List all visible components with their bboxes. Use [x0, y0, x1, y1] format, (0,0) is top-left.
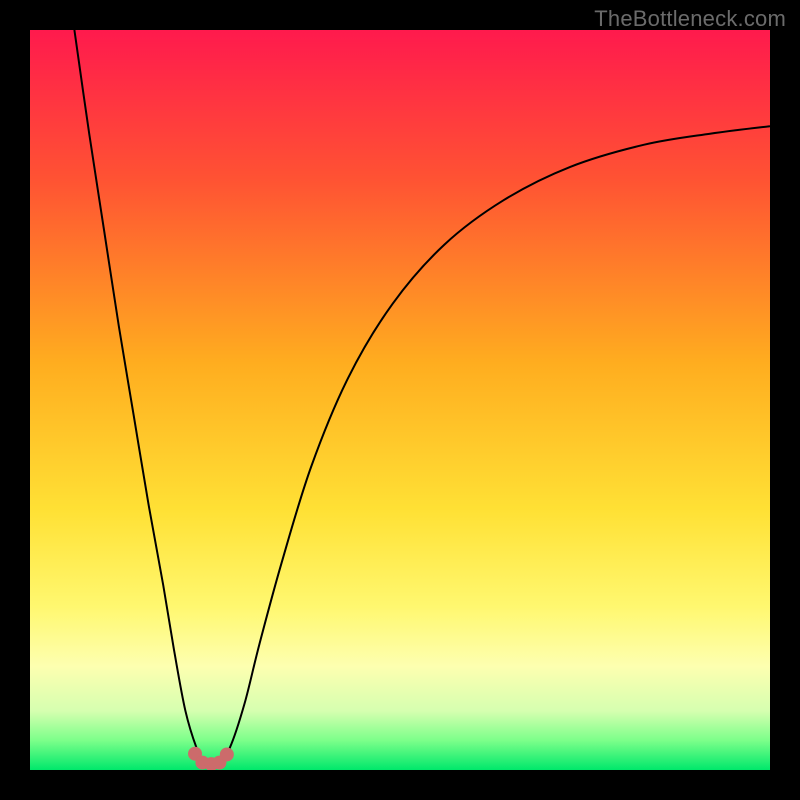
bottleneck-chart	[30, 30, 770, 770]
watermark-text: TheBottleneck.com	[594, 6, 786, 32]
chart-frame	[30, 30, 770, 770]
highlight-dot	[220, 747, 234, 761]
